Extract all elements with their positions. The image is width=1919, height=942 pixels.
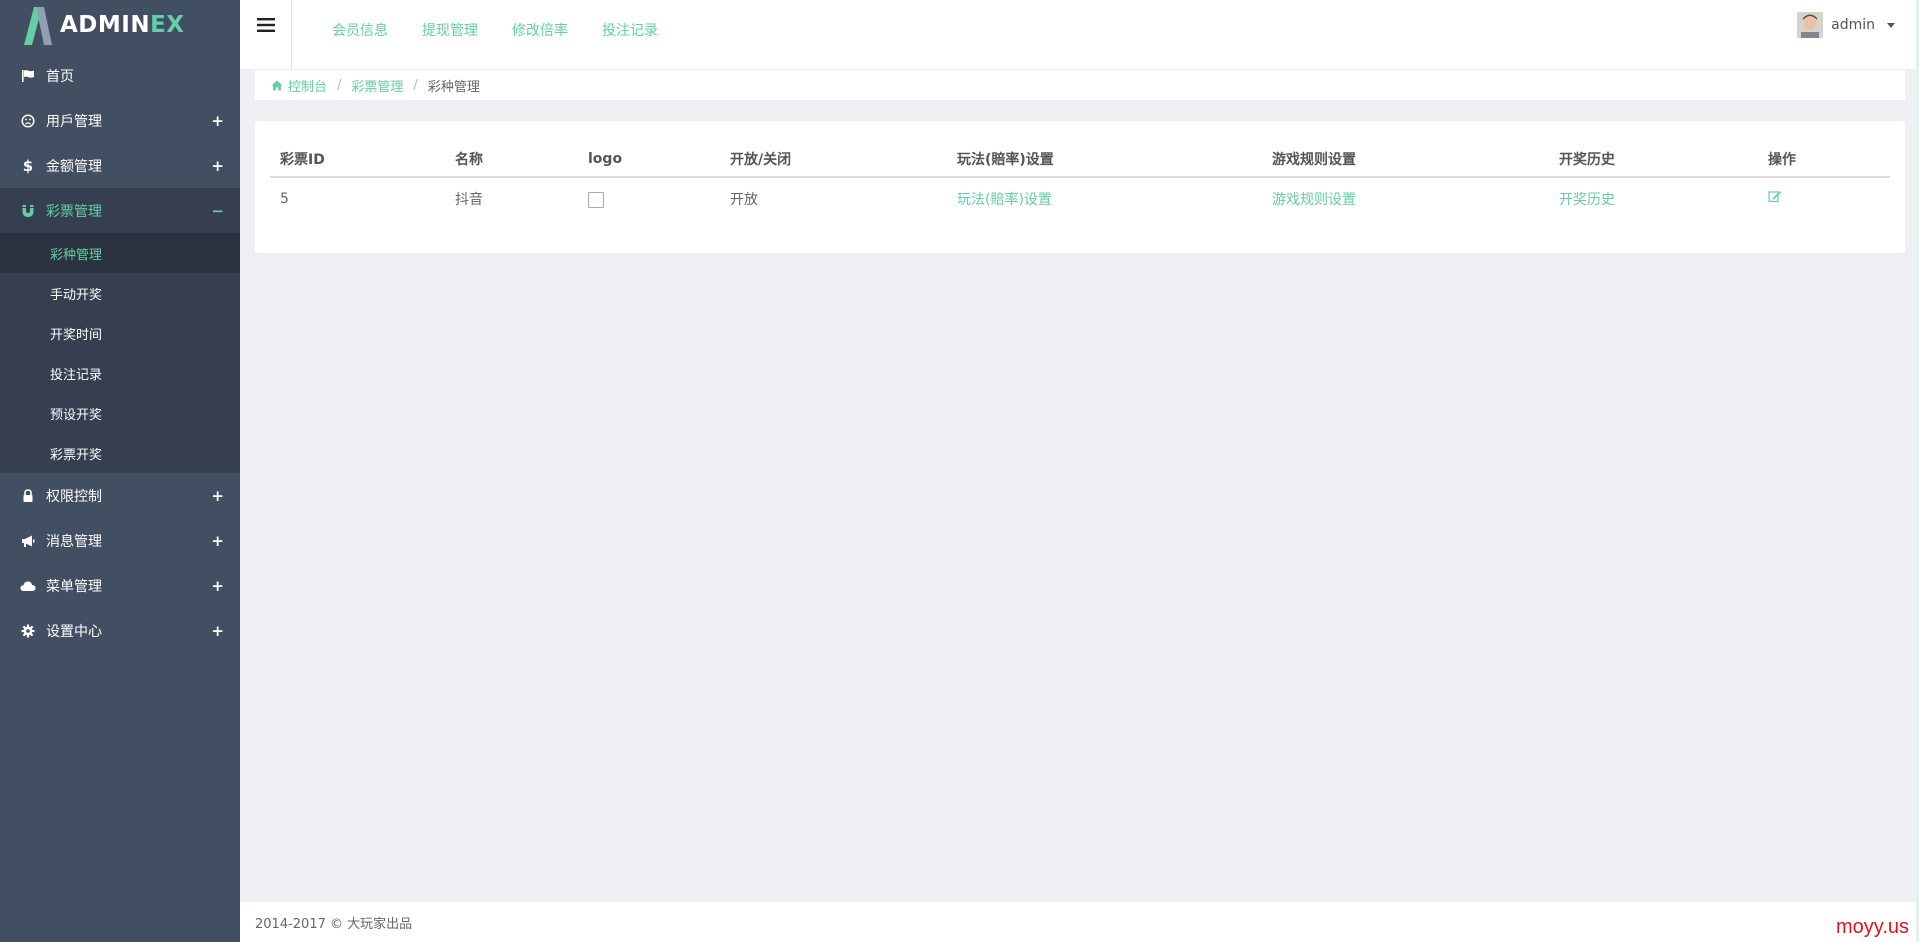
avatar	[1797, 12, 1824, 38]
sidebar-item-settings[interactable]: 设置中心 +	[0, 608, 240, 653]
lottery-submenu: 彩种管理 手动开奖 开奖时间 投注记录 预设开奖 彩票开奖	[0, 233, 240, 473]
table-row: 5 抖音 开放 玩法(賠率)设置 游戏规则设置 开奖历史	[270, 177, 1890, 219]
cell-actions	[1758, 177, 1890, 219]
cell-draw-history: 开奖历史	[1549, 177, 1758, 219]
home-icon	[271, 80, 283, 91]
sidebar-item-users[interactable]: 用戶管理 +	[0, 98, 240, 143]
logo-icon	[20, 5, 54, 45]
smile-icon	[20, 113, 36, 129]
draw-history-link[interactable]: 开奖历史	[1559, 192, 1615, 208]
sidebar: ADMINEX 首页 用戶管理 + $ 金额管理 + 彩票管理 − 彩种管理 手…	[0, 0, 240, 942]
logo[interactable]: ADMINEX	[0, 0, 240, 50]
sidebar-item-home[interactable]: 首页	[0, 53, 240, 98]
breadcrumb-separator: /	[337, 77, 342, 93]
submenu-item-bet-records[interactable]: 投注记录	[0, 353, 240, 393]
play-settings-link[interactable]: 玩法(賠率)设置	[957, 192, 1052, 208]
breadcrumb-current: 彩种管理	[427, 79, 480, 95]
sidebar-item-label: 菜单管理	[46, 578, 102, 595]
submenu-item-preset-draw[interactable]: 预设开奖	[0, 393, 240, 433]
table-header-row: 彩票ID 名称 logo 开放/关闭 玩法(賠率)设置 游戏规则设置 开奖历史 …	[270, 141, 1890, 178]
cell-play-settings: 玩法(賠率)设置	[947, 177, 1262, 219]
sidebar-item-label: 彩票管理	[46, 203, 102, 220]
hamburger-icon	[256, 17, 275, 37]
submenu-item-lottery-draw[interactable]: 彩票开奖	[0, 433, 240, 473]
cloud-icon	[20, 578, 36, 594]
expand-icon: +	[211, 621, 224, 640]
column-header-id: 彩票ID	[270, 141, 445, 178]
cell-rule-settings: 游戏规则设置	[1262, 177, 1549, 219]
submenu-item-draw-time[interactable]: 开奖时间	[0, 313, 240, 353]
flag-icon	[20, 68, 36, 84]
cell-name: 抖音	[455, 191, 483, 208]
bullhorn-icon	[20, 533, 36, 549]
brand-name: ADMINEX	[60, 12, 185, 38]
column-header-name: 名称	[445, 141, 578, 178]
sidebar-item-lottery[interactable]: 彩票管理 −	[0, 188, 240, 233]
cell-logo	[578, 177, 720, 219]
top-header: 会员信息 提现管理 修改倍率 投注记录 admin	[240, 0, 1919, 70]
dollar-icon: $	[22, 156, 34, 175]
expand-icon: +	[211, 156, 224, 175]
sidebar-item-messages[interactable]: 消息管理 +	[0, 518, 240, 563]
cell-id: 5	[280, 190, 289, 207]
lottery-types-table: 彩票ID 名称 logo 开放/关闭 玩法(賠率)设置 游戏规则设置 开奖历史 …	[270, 141, 1890, 219]
sidebar-item-label: 首页	[46, 68, 74, 85]
top-link-withdrawals[interactable]: 提现管理	[422, 20, 478, 40]
top-link-odds[interactable]: 修改倍率	[512, 20, 568, 40]
rule-settings-link[interactable]: 游戏规则设置	[1272, 192, 1356, 208]
top-link-member-info[interactable]: 会员信息	[332, 20, 388, 40]
sidebar-item-label: 用戶管理	[46, 113, 102, 130]
footer: 2014-2017 © 大玩家出品	[240, 902, 1919, 942]
sidebar-item-permissions[interactable]: 权限控制 +	[0, 473, 240, 518]
sidebar-item-menus[interactable]: 菜单管理 +	[0, 563, 240, 608]
edit-icon[interactable]	[1768, 190, 1782, 203]
sidebar-item-label: 设置中心	[46, 623, 102, 640]
breadcrumb: 控制台 / 彩票管理 / 彩种管理	[255, 70, 1905, 100]
user-name: admin	[1831, 17, 1875, 33]
expand-icon: +	[211, 531, 224, 550]
sidebar-item-label: 消息管理	[46, 533, 102, 550]
column-header-play-settings: 玩法(賠率)设置	[947, 141, 1262, 178]
sidebar-item-label: 金额管理	[46, 158, 102, 175]
caret-down-icon	[1887, 22, 1895, 28]
magnet-icon	[20, 203, 36, 219]
expand-icon: +	[211, 111, 224, 130]
submenu-item-lottery-types[interactable]: 彩种管理	[0, 233, 240, 273]
footer-text: 2014-2017 © 大玩家出品	[255, 916, 413, 932]
column-header-logo: logo	[578, 141, 720, 178]
top-link-bet-records[interactable]: 投注记录	[602, 20, 658, 40]
broken-image-icon	[588, 191, 604, 208]
expand-icon: +	[211, 486, 224, 505]
cell-status: 开放	[730, 191, 758, 208]
menu-toggle-button[interactable]	[240, 0, 292, 70]
watermark: moyy.us	[1836, 916, 1909, 938]
top-nav-links: 会员信息 提现管理 修改倍率 投注记录	[332, 20, 658, 40]
column-header-rule-settings: 游戏规则设置	[1262, 141, 1549, 178]
expand-icon: +	[211, 576, 224, 595]
column-header-actions: 操作	[1758, 141, 1890, 178]
breadcrumb-home-link[interactable]: 控制台	[288, 76, 327, 95]
submenu-item-manual-draw[interactable]: 手动开奖	[0, 273, 240, 313]
breadcrumb-separator: /	[413, 77, 418, 93]
breadcrumb-section-link[interactable]: 彩票管理	[351, 76, 403, 95]
sidebar-item-finance[interactable]: $ 金额管理 +	[0, 143, 240, 188]
gear-icon	[20, 623, 36, 639]
column-header-status: 开放/关闭	[720, 141, 947, 178]
lock-icon	[20, 488, 36, 504]
lottery-types-panel: 彩票ID 名称 logo 开放/关闭 玩法(賠率)设置 游戏规则设置 开奖历史 …	[255, 121, 1905, 253]
user-menu[interactable]: admin	[1797, 12, 1895, 38]
collapse-icon: −	[211, 201, 224, 220]
sidebar-item-label: 权限控制	[46, 488, 102, 505]
column-header-draw-history: 开奖历史	[1549, 141, 1758, 178]
